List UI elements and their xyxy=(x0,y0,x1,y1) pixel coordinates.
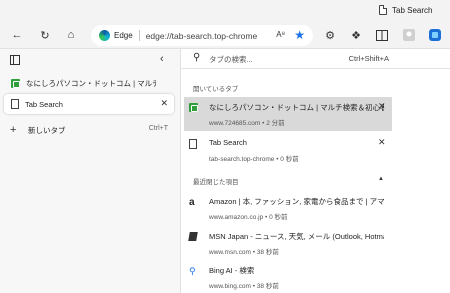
new-tab-button[interactable]: + 新しいタブ Ctrl+T xyxy=(4,121,176,139)
tab-subtitle: www.msn.com • 38 秒前 xyxy=(209,249,279,256)
close-icon: ✕ xyxy=(378,137,386,147)
tab-actions-button[interactable] xyxy=(10,55,20,67)
read-aloud-icon[interactable]: A⁸ xyxy=(276,30,285,39)
tab-title: Tab Search xyxy=(209,138,247,147)
tab-search-input[interactable]: ⚲ タブの検索... Ctrl+Shift+A xyxy=(181,49,450,69)
plus-icon: + xyxy=(10,124,17,136)
close-icon: ✕ xyxy=(378,101,386,111)
recent-tab-item[interactable]: ⚲ Bing AI - 検索 www.bing.com • 38 秒前 xyxy=(184,260,392,293)
brand-label: Edge xyxy=(114,31,133,40)
vertical-tabs-sidebar: ‹ なにしろパソコン・ドットコム | マルチ検索＆初心者… Tab Search… xyxy=(0,49,180,293)
open-tab-item[interactable]: Tab Search tab-search.top-chrome • 0 秒前 … xyxy=(184,133,392,167)
profile-button[interactable] xyxy=(402,28,416,42)
puzzle-icon: ❖ xyxy=(351,29,361,42)
site-favicon-icon xyxy=(189,103,198,112)
recent-tab-item[interactable]: a Amazon | 本, ファッション, 家電から食品まで | アマゾン ww… xyxy=(184,191,392,225)
sidebar-tab-label: Tab Search xyxy=(25,99,63,109)
tab-title: なにしろパソコン・ドットコム | マルチ検索＆初心者… xyxy=(209,103,384,112)
sidebar-header: ‹ xyxy=(0,49,180,71)
title-bar: Tab Search xyxy=(0,0,450,22)
favorite-star-icon[interactable]: ★ xyxy=(294,28,305,42)
tab-subtitle: www.bing.com • 38 秒前 xyxy=(209,283,279,290)
document-icon xyxy=(379,5,387,15)
tab-title: Amazon | 本, ファッション, 家電から食品まで | アマゾン xyxy=(209,197,384,206)
msn-icon xyxy=(188,232,198,241)
close-icon: ✕ xyxy=(160,98,168,108)
url-text[interactable]: edge://tab-search.top-chrome xyxy=(146,31,258,41)
recently-closed-heading: 最近閉じた項目 xyxy=(193,179,239,186)
gear-icon: ⚙ xyxy=(325,29,335,42)
back-button[interactable]: ← xyxy=(10,28,24,42)
document-icon xyxy=(189,139,197,149)
search-placeholder: タブの検索... xyxy=(209,55,253,64)
tab-subtitle: tab-search.top-chrome • 0 秒前 xyxy=(209,156,299,163)
bing-search-icon: ⚲ xyxy=(189,266,196,276)
refresh-button[interactable]: ↻ xyxy=(38,28,52,42)
open-tab-item[interactable]: なにしろパソコン・ドットコム | マルチ検索＆初心者… www.724685.c… xyxy=(184,97,392,131)
close-tab-button[interactable]: ✕ xyxy=(160,98,168,109)
tab-title: Bing AI - 検索 xyxy=(209,266,255,275)
refresh-icon: ↻ xyxy=(40,29,50,42)
tab-subtitle: www.amazon.co.jp • 0 秒前 xyxy=(209,214,288,221)
search-icon: ⚲ xyxy=(193,52,201,63)
tab-search-panel: ⚲ タブの検索... Ctrl+Shift+A 開いているタブ なにしろパソコン… xyxy=(180,49,450,293)
home-button[interactable]: ⌂ xyxy=(64,28,78,42)
home-icon: ⌂ xyxy=(67,29,75,41)
window-tab-title: Tab Search xyxy=(392,5,433,15)
collapse-sidebar-button[interactable]: ‹ xyxy=(160,53,164,65)
tab-subtitle: www.724685.com • 2 分前 xyxy=(209,120,285,127)
window-tab[interactable]: Tab Search xyxy=(379,5,432,15)
sidebar-tab-nanishiro[interactable]: なにしろパソコン・ドットコム | マルチ検索＆初心者… xyxy=(4,73,174,93)
close-tab-button[interactable]: ✕ xyxy=(378,101,386,112)
address-bar[interactable]: Edge edge://tab-search.top-chrome A⁸ ★ xyxy=(91,25,313,46)
open-tabs-heading: 開いているタブ xyxy=(193,86,239,93)
address-divider xyxy=(138,30,140,41)
split-screen-icon xyxy=(376,29,388,41)
toolbar: ← ↻ ⌂ Edge edge://tab-search.top-chrome … xyxy=(0,22,450,49)
document-icon xyxy=(11,99,19,109)
copilot-button[interactable] xyxy=(428,28,442,42)
profile-icon xyxy=(403,29,415,41)
caret-up-icon: ▲ xyxy=(378,176,384,182)
tab-title: MSN Japan - ニュース, 天気, メール (Outlook, Hotm… xyxy=(209,232,384,241)
new-tab-shortcut: Ctrl+T xyxy=(148,125,168,132)
collapse-section-button[interactable]: ▲ xyxy=(378,176,384,182)
close-tab-button[interactable]: ✕ xyxy=(378,137,386,148)
copilot-icon xyxy=(429,29,441,41)
split-screen-button[interactable] xyxy=(375,28,389,42)
tab-actions-icon xyxy=(10,55,20,65)
chevron-left-icon: ‹ xyxy=(160,53,164,65)
back-arrow-icon: ← xyxy=(11,29,23,41)
recent-tab-item[interactable]: MSN Japan - ニュース, 天気, メール (Outlook, Hotm… xyxy=(184,226,392,260)
extensions-button[interactable]: ❖ xyxy=(349,28,363,42)
search-shortcut: Ctrl+Shift+A xyxy=(348,54,389,63)
amazon-icon: a xyxy=(189,197,195,208)
new-tab-label: 新しいタブ xyxy=(28,125,66,135)
sidebar-tab-tab-search[interactable]: Tab Search ✕ xyxy=(4,94,174,114)
settings-button[interactable]: ⚙ xyxy=(323,28,337,42)
edge-logo-icon xyxy=(99,30,110,41)
site-favicon-icon xyxy=(11,78,20,88)
sidebar-tab-label: なにしろパソコン・ドットコム | マルチ検索＆初心者… xyxy=(26,78,156,88)
